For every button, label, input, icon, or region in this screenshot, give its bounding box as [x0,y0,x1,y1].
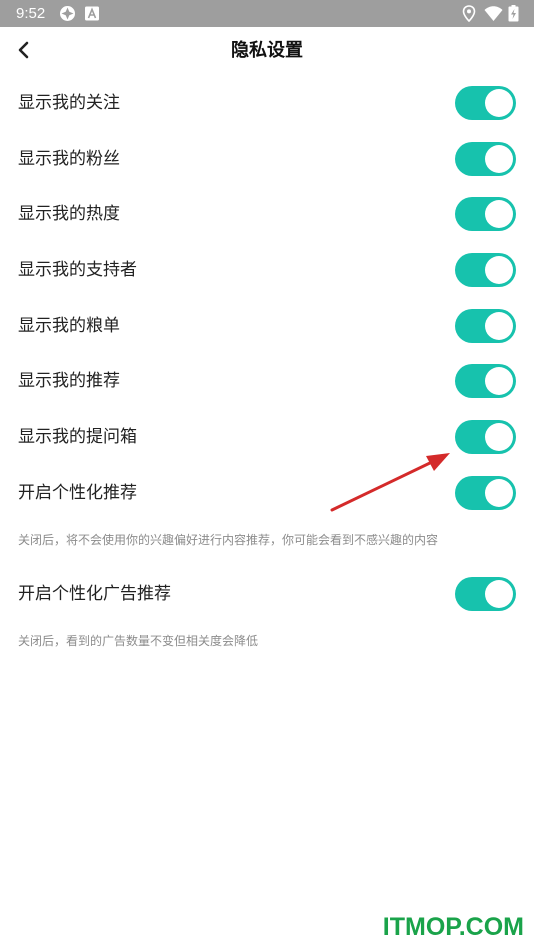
toggle-knob [485,89,513,117]
setting-label: 显示我的关注 [18,93,120,113]
toggle-show-fans[interactable] [455,142,516,176]
setting-row-show-recommendations: 显示我的推荐 [0,360,534,402]
watermark: ITMOP.COM [382,913,524,941]
page-title: 隐私设置 [231,40,303,61]
toggle-knob [485,367,513,395]
toggle-show-supporters[interactable] [455,253,516,287]
setting-row-show-following: 显示我的关注 [0,82,534,124]
setting-row-personalized-recommendation: 开启个性化推荐 [0,472,534,514]
setting-label: 开启个性化广告推荐 [18,584,171,604]
setting-row-show-popularity: 显示我的热度 [0,193,534,235]
toggle-knob [485,145,513,173]
toggle-show-lists[interactable] [455,309,516,343]
location-icon [462,5,479,22]
setting-label: 显示我的粮单 [18,316,120,336]
setting-row-show-lists: 显示我的粮单 [0,305,534,347]
toggle-knob [485,256,513,284]
status-bar: 9:52 [0,0,534,27]
toggle-knob [485,423,513,451]
setting-row-show-supporters: 显示我的支持者 [0,249,534,291]
toggle-knob [485,200,513,228]
setting-label: 显示我的粉丝 [18,149,120,169]
toggle-show-question-box[interactable] [455,420,516,454]
setting-row-show-fans: 显示我的粉丝 [0,138,534,180]
app-notification-icon [59,5,76,22]
setting-label: 显示我的推荐 [18,371,120,391]
toggle-knob [485,312,513,340]
setting-row-personalized-ads: 开启个性化广告推荐 [0,573,534,615]
toggle-knob [485,580,513,608]
setting-label: 显示我的热度 [18,204,120,224]
toggle-personalized-ads[interactable] [455,577,516,611]
toggle-show-popularity[interactable] [455,197,516,231]
setting-row-show-question-box: 显示我的提问箱 [0,416,534,458]
status-time: 9:52 [16,5,46,22]
toggle-knob [485,479,513,507]
setting-label: 开启个性化推荐 [18,483,137,503]
toggle-show-recommendations[interactable] [455,364,516,398]
toggle-personalized-recommendation[interactable] [455,476,516,510]
personalized-ads-description: 关闭后，看到的广告数量不变但相关度会降低 [18,634,259,648]
battery-charging-icon [508,5,519,22]
header: 隐私设置 [0,27,534,77]
a-letter-notification-icon [84,5,101,22]
setting-label: 显示我的提问箱 [18,427,137,447]
personalized-recommendation-description: 关闭后，将不会使用你的兴趣偏好进行内容推荐，你可能会看到不感兴趣的内容 [18,533,439,547]
toggle-show-following[interactable] [455,86,516,120]
wifi-icon [484,5,503,22]
setting-label: 显示我的支持者 [18,260,137,280]
